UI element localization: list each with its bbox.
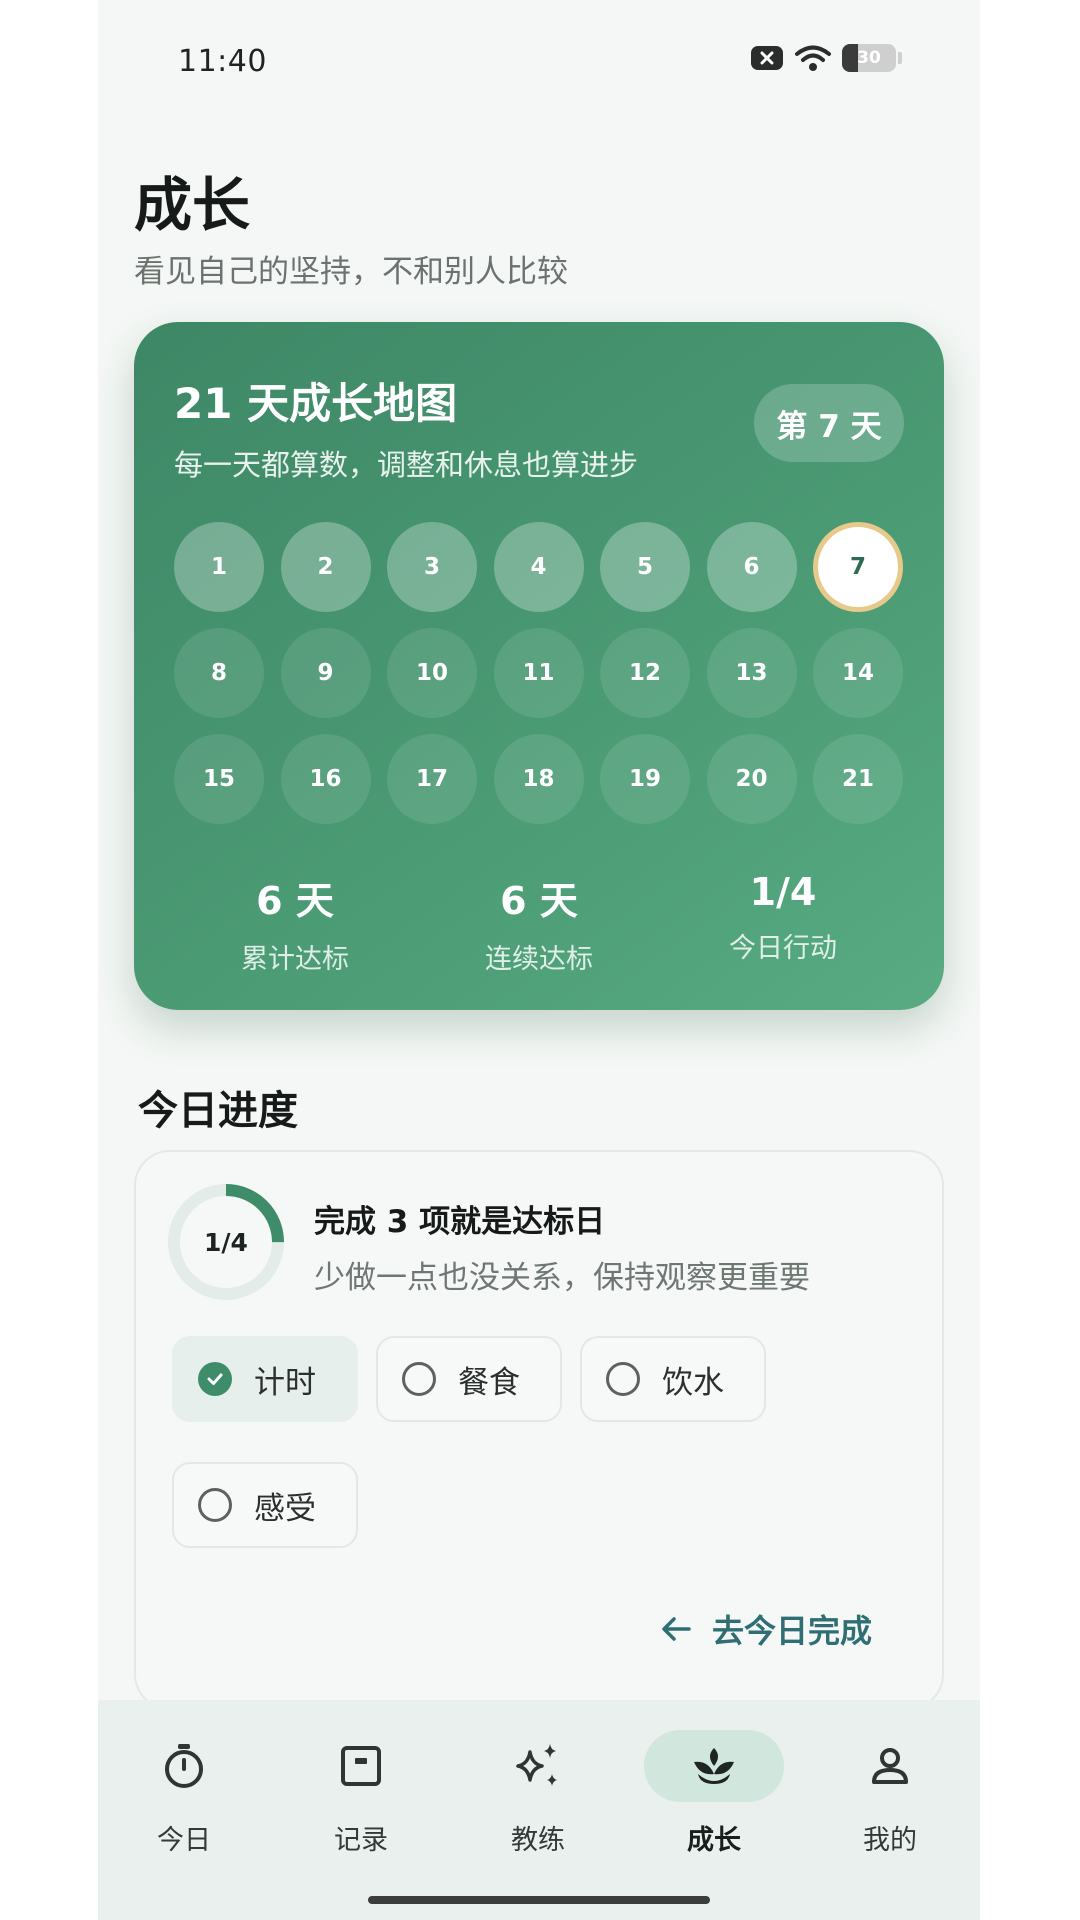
day-dot-21: 21 [813,734,903,824]
day-dot-7: 7 [813,522,903,612]
radio-unchecked-icon [402,1362,436,1396]
day-dot-6: 6 [706,522,797,612]
check-circle-icon [198,1362,232,1396]
home-indicator [368,1896,710,1904]
notification-off-icon [751,46,783,70]
nav-item-coach[interactable]: 教练 [468,1730,608,1880]
section-title-today: 今日进度 [138,1088,298,1134]
bottom-nav: 今日 记录 教练 成长 我的 [98,1700,980,1920]
status-time: 11:40 [178,44,267,79]
task-label: 感受 [254,1490,316,1527]
progress-ring-label: 1/4 [204,1227,248,1257]
nav-icon-wrap [114,1730,254,1802]
day-dot-17: 17 [387,734,477,824]
day-dot-11: 11 [493,628,584,718]
day-dot-3: 3 [387,522,477,612]
nav-item-record[interactable]: 记录 [291,1730,431,1880]
task-meal[interactable]: 餐食 [376,1336,562,1422]
day-dot-20: 20 [706,734,797,824]
today-progress-card: 1/4 完成 3 项就是达标日 少做一点也没关系，保持观察更重要 计时 餐食 饮… [134,1150,944,1710]
stat-label: 累计达标 [241,944,349,975]
stat-value: 6 天 [500,879,578,923]
nav-item-me[interactable]: 我的 [820,1730,960,1880]
day-dot-2: 2 [280,522,371,612]
growth-map-card: 21 天成长地图 每一天都算数，调整和休息也算进步 第 7 天 12345678… [134,322,944,1010]
task-water[interactable]: 饮水 [580,1336,766,1422]
nav-icon-wrap [291,1730,431,1802]
stat-label: 连续达标 [485,944,593,975]
day-dot-12: 12 [600,628,690,718]
day-dot-8: 8 [174,628,264,718]
day-dot-16: 16 [280,734,371,824]
radio-unchecked-icon [198,1488,232,1522]
nav-icon-wrap [644,1730,784,1802]
battery-icon: 30 [842,44,896,72]
nav-item-today[interactable]: 今日 [114,1730,254,1880]
nav-item-growth[interactable]: 成长 [644,1730,784,1880]
task-feeling[interactable]: 感受 [172,1462,358,1548]
nav-label: 今日 [157,1825,211,1856]
task-label: 饮水 [662,1364,724,1401]
battery-percent: 30 [857,48,881,68]
stat-today-actions: 1/4 今日行动 [663,870,903,965]
day-dot-13: 13 [706,628,797,718]
nav-label: 教练 [511,1825,565,1856]
stat-value: 1/4 [749,870,817,914]
page-subtitle: 看见自己的坚持，不和别人比较 [134,254,568,290]
goal-title: 完成 3 项就是达标日 [314,1204,606,1240]
sprout-icon [694,1748,734,1784]
stat-streak-days: 6 天 连续达标 [419,870,659,976]
nav-label: 记录 [334,1825,388,1856]
day-dot-19: 19 [600,734,690,824]
status-icons: 30 [750,44,902,72]
nav-label: 我的 [863,1825,917,1856]
day-dot-4: 4 [493,522,584,612]
go-complete-today-link[interactable]: 去今日完成 [660,1606,872,1652]
app-screen: 11:40 30 成长 看见自己的坚持，不和别人比较 21 天成长地图 每一天都… [98,0,980,1920]
day-dot-1: 1 [174,522,264,612]
current-day-chip: 第 7 天 [754,384,904,462]
nav-icon-wrap [468,1730,608,1802]
page-title: 成长 [134,171,251,239]
sparkle-icon [516,1744,557,1786]
task-label: 餐食 [458,1364,520,1401]
day-dot-5: 5 [600,522,690,612]
stat-label: 今日行动 [729,933,837,964]
wifi-icon [795,45,831,71]
radio-unchecked-icon [606,1362,640,1396]
battery-cap [898,52,902,64]
stopwatch-icon [165,1744,203,1788]
day-dot-9: 9 [280,628,371,718]
stat-total-days: 6 天 累计达标 [175,870,415,976]
day-dot-18: 18 [493,734,584,824]
day-dot-14: 14 [813,628,903,718]
stat-value: 6 天 [256,879,334,923]
map-subtitle: 每一天都算数，调整和休息也算进步 [174,448,639,482]
goal-subtitle: 少做一点也没关系，保持观察更重要 [314,1260,810,1296]
nav-icon-wrap [820,1730,960,1802]
nav-label: 成长 [687,1825,741,1856]
task-label: 计时 [254,1364,316,1401]
record-icon [341,1746,381,1786]
status-bar: 11:40 30 [98,0,980,125]
map-stats: 6 天 累计达标 6 天 连续达标 1/4 今日行动 [134,870,944,980]
map-title: 21 天成长地图 [174,379,458,428]
go-link-label: 去今日完成 [711,1612,872,1650]
task-timer[interactable]: 计时 [172,1336,358,1422]
arrow-left-icon [662,1617,691,1641]
day-dot-15: 15 [174,734,264,824]
person-icon [872,1748,908,1784]
day-dot-10: 10 [387,628,477,718]
